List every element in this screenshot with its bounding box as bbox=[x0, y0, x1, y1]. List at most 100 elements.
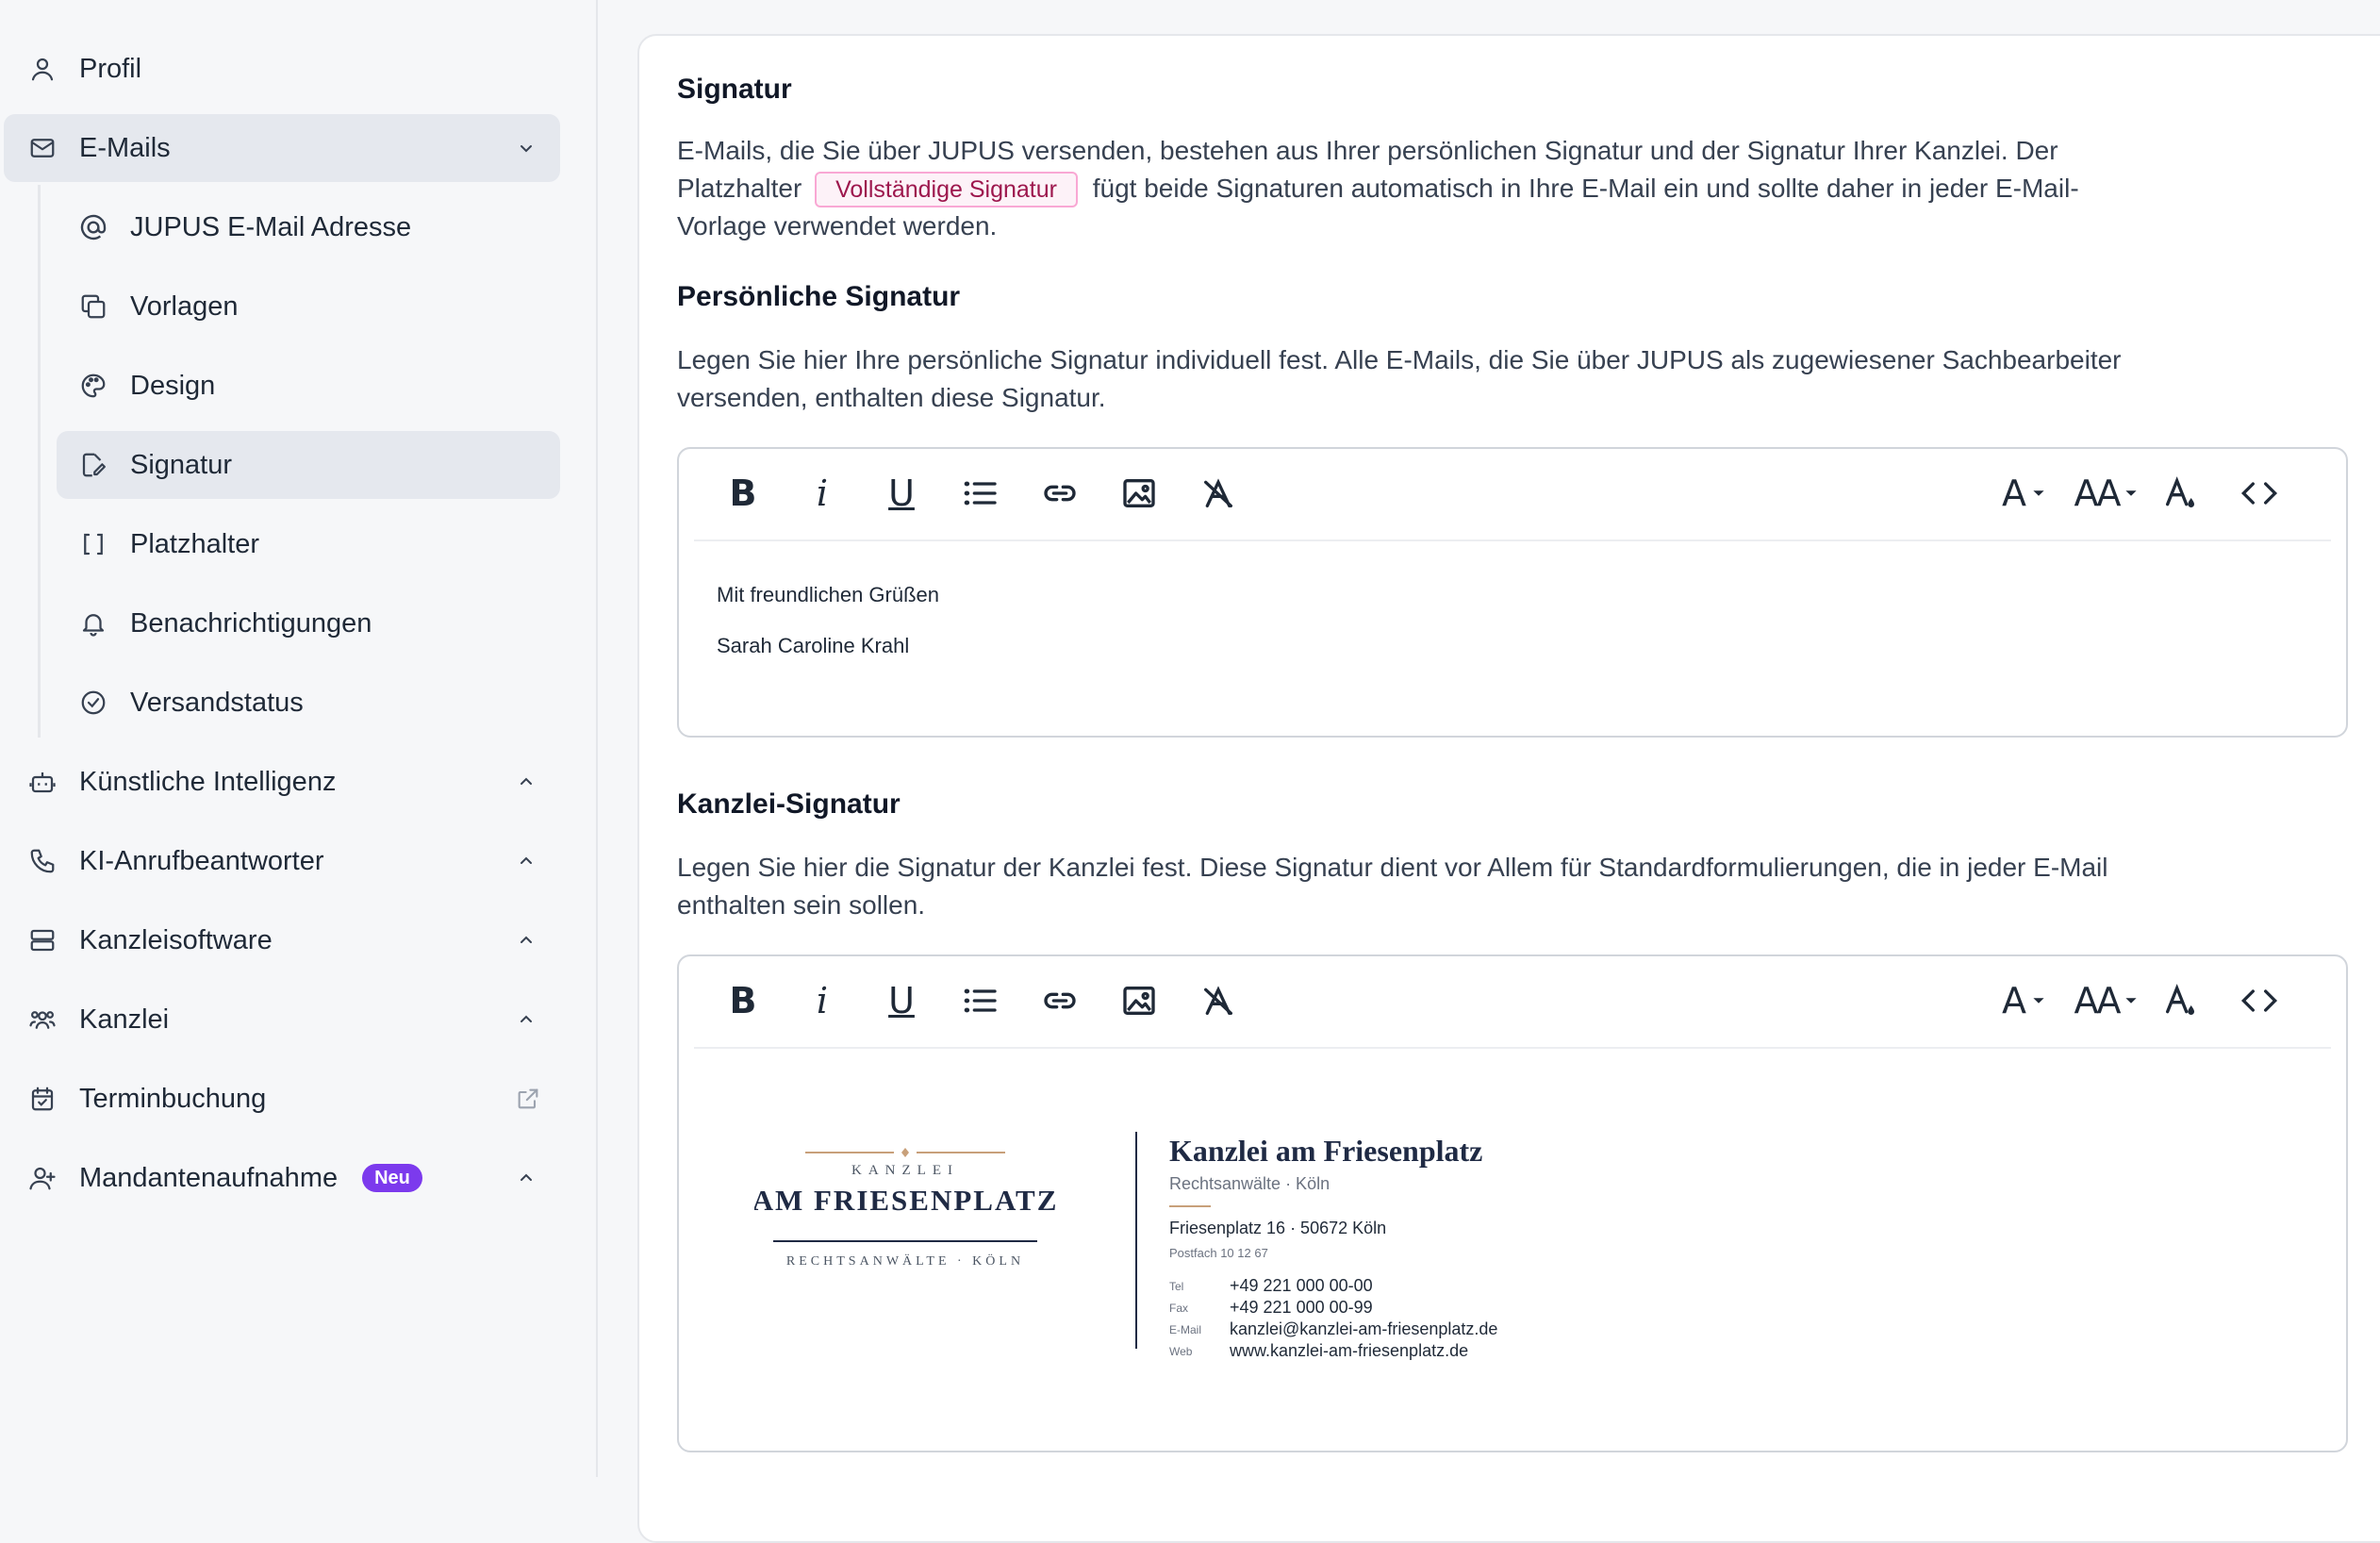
font-family-button[interactable]: A bbox=[1995, 982, 2052, 1020]
copy-icon bbox=[77, 290, 109, 323]
italic-label: i bbox=[816, 473, 829, 514]
brackets-icon bbox=[77, 528, 109, 560]
sidebar-item-label: Künstliche Intelligenz bbox=[79, 766, 337, 797]
signature-divider bbox=[1135, 1132, 1137, 1349]
palette-icon bbox=[77, 370, 109, 402]
section-title-signatur: Signatur bbox=[677, 74, 792, 105]
bell-icon bbox=[77, 607, 109, 639]
bold-button[interactable]: B bbox=[724, 474, 762, 512]
sidebar-item-kanzleisoftware[interactable]: Kanzleisoftware bbox=[4, 906, 560, 974]
sidebar-item-mandantenaufnahme[interactable]: Mandantenaufnahme Neu bbox=[4, 1144, 560, 1212]
text-color-button[interactable] bbox=[2161, 982, 2199, 1020]
contact-row: Tel +49 221 000 00-00 bbox=[1169, 1275, 1497, 1297]
sidebar-item-label: Kanzleisoftware bbox=[79, 924, 273, 955]
font-family-label: A bbox=[2002, 473, 2026, 514]
contact-key: Tel bbox=[1169, 1279, 1184, 1293]
user-icon bbox=[26, 53, 58, 85]
sidebar-item-label: Terminbuchung bbox=[79, 1083, 267, 1114]
sidebar-item-kuenstliche-intelligenz[interactable]: Künstliche Intelligenz bbox=[4, 748, 560, 816]
sidebar-item-benachrichtigungen[interactable]: Benachrichtigungen bbox=[57, 589, 560, 657]
sidebar: Profil E-Mails JUPUS E-Mail Adresse Vorl… bbox=[0, 0, 598, 1477]
bold-label: B bbox=[729, 473, 757, 514]
sidebar-item-label: Mandantenaufnahme bbox=[79, 1162, 339, 1193]
underline-button[interactable]: U bbox=[883, 474, 920, 512]
at-sign-icon bbox=[77, 211, 109, 243]
firm-address: Friesenplatz 16 · 50672 Köln bbox=[1169, 1219, 1387, 1237]
chevron-up-icon bbox=[515, 1167, 537, 1189]
users-icon bbox=[26, 1004, 58, 1036]
source-code-button[interactable] bbox=[2240, 474, 2278, 512]
firm-logo: KANZLEI AM FRIESENPLATZ RECHTSANWÄLTE · … bbox=[754, 1132, 1056, 1273]
sidebar-item-label: Platzhalter bbox=[130, 528, 260, 559]
font-size-label: AA bbox=[2074, 473, 2121, 514]
office-signature-editor[interactable]: B i U A AA KANZLEI AM FRIESENPLATZ RECHT… bbox=[677, 954, 2348, 1452]
text-color-button[interactable] bbox=[2161, 474, 2199, 512]
calendar-check-icon bbox=[26, 1083, 58, 1115]
image-button[interactable] bbox=[1120, 474, 1158, 512]
section-title-office: Kanzlei-Signatur bbox=[677, 788, 901, 820]
sidebar-item-versandstatus[interactable]: Versandstatus bbox=[57, 669, 560, 737]
sidebar-item-terminbuchung[interactable]: Terminbuchung bbox=[4, 1065, 560, 1133]
sidebar-item-profil[interactable]: Profil bbox=[4, 35, 560, 103]
link-button[interactable] bbox=[1041, 474, 1079, 512]
clear-format-button[interactable] bbox=[1199, 474, 1237, 512]
server-icon bbox=[26, 924, 58, 956]
sidebar-item-jupus-email[interactable]: JUPUS E-Mail Adresse bbox=[57, 193, 560, 261]
contact-row: E-Mail kanzlei@kanzlei-am-friesenplatz.d… bbox=[1169, 1319, 1497, 1340]
personal-signature-editor[interactable]: B i U A AA Mit freundlichen Grüßen Sarah… bbox=[677, 447, 2348, 738]
bold-button[interactable]: B bbox=[724, 982, 762, 1020]
sidebar-item-platzhalter[interactable]: Platzhalter bbox=[57, 510, 560, 578]
underline-label: U bbox=[888, 980, 915, 1021]
link-button[interactable] bbox=[1041, 982, 1079, 1020]
italic-button[interactable]: i bbox=[803, 474, 841, 512]
contact-row: Fax +49 221 000 00-99 bbox=[1169, 1297, 1497, 1319]
list-icon bbox=[964, 481, 997, 506]
source-code-button[interactable] bbox=[2240, 982, 2278, 1020]
personal-sig-line: Sarah Caroline Krahl bbox=[717, 634, 910, 657]
text-color-icon bbox=[2166, 476, 2194, 507]
clear-format-button[interactable] bbox=[1199, 982, 1237, 1020]
clear-format-icon bbox=[1204, 986, 1232, 1015]
contact-value: www.kanzlei-am-friesenplatz.de bbox=[1230, 1341, 1469, 1360]
placeholder-pill[interactable]: Vollständige Signatur bbox=[815, 172, 1078, 207]
sidebar-item-label: Design bbox=[130, 370, 216, 401]
underline-label: U bbox=[888, 473, 915, 514]
font-size-button[interactable]: AA bbox=[2073, 474, 2139, 512]
bullet-list-button[interactable] bbox=[962, 982, 1000, 1020]
link-icon bbox=[1044, 992, 1076, 1009]
office-description: Legen Sie hier die Signatur der Kanzlei … bbox=[677, 853, 2108, 920]
italic-button[interactable]: i bbox=[803, 982, 841, 1020]
sidebar-item-kanzlei[interactable]: Kanzlei bbox=[4, 986, 560, 1054]
bot-icon bbox=[26, 766, 58, 798]
bullet-list-button[interactable] bbox=[962, 474, 1000, 512]
sidebar-item-ki-anrufbeantworter[interactable]: KI-Anrufbeantworter bbox=[4, 827, 560, 895]
font-size-label: AA bbox=[2074, 980, 2121, 1021]
contact-key: E-Mail bbox=[1169, 1322, 1202, 1336]
chevron-up-icon bbox=[515, 1008, 537, 1031]
editor-toolbar: B i U A AA bbox=[694, 449, 2331, 541]
sidebar-item-signatur[interactable]: Signatur bbox=[57, 431, 560, 499]
text-color-icon bbox=[2166, 984, 2194, 1015]
contact-value: +49 221 000 00-00 bbox=[1230, 1276, 1373, 1295]
font-size-button[interactable]: AA bbox=[2073, 982, 2139, 1020]
editor-toolbar: B i U A AA bbox=[694, 956, 2331, 1049]
firm-name: Kanzlei am Friesenplatz bbox=[1169, 1134, 1483, 1168]
sidebar-item-vorlagen[interactable]: Vorlagen bbox=[57, 273, 560, 340]
section-title-personal: Persönliche Signatur bbox=[677, 281, 961, 312]
sidebar-item-label: Signatur bbox=[130, 449, 233, 480]
sidebar-item-design[interactable]: Design bbox=[57, 352, 560, 420]
font-family-label: A bbox=[2002, 980, 2026, 1021]
caret-down-icon bbox=[2033, 998, 2044, 1004]
contact-value: +49 221 000 00-99 bbox=[1230, 1298, 1373, 1317]
svg-text:KANZLEI: KANZLEI bbox=[851, 1163, 959, 1178]
sidebar-item-emails[interactable]: E-Mails bbox=[4, 114, 560, 182]
image-button[interactable] bbox=[1120, 982, 1158, 1020]
clear-format-icon bbox=[1204, 478, 1232, 507]
firm-contacts: Tel +49 221 000 00-00 Fax +49 221 000 00… bbox=[1169, 1275, 1497, 1362]
file-signature-icon bbox=[77, 449, 109, 481]
sidebar-item-label: JUPUS E-Mail Adresse bbox=[130, 211, 412, 242]
firm-subtitle: Rechtsanwälte · Köln bbox=[1169, 1174, 1330, 1193]
font-family-button[interactable]: A bbox=[1995, 474, 2052, 512]
sidebar-item-label: Benachrichtigungen bbox=[130, 607, 372, 639]
underline-button[interactable]: U bbox=[883, 982, 920, 1020]
